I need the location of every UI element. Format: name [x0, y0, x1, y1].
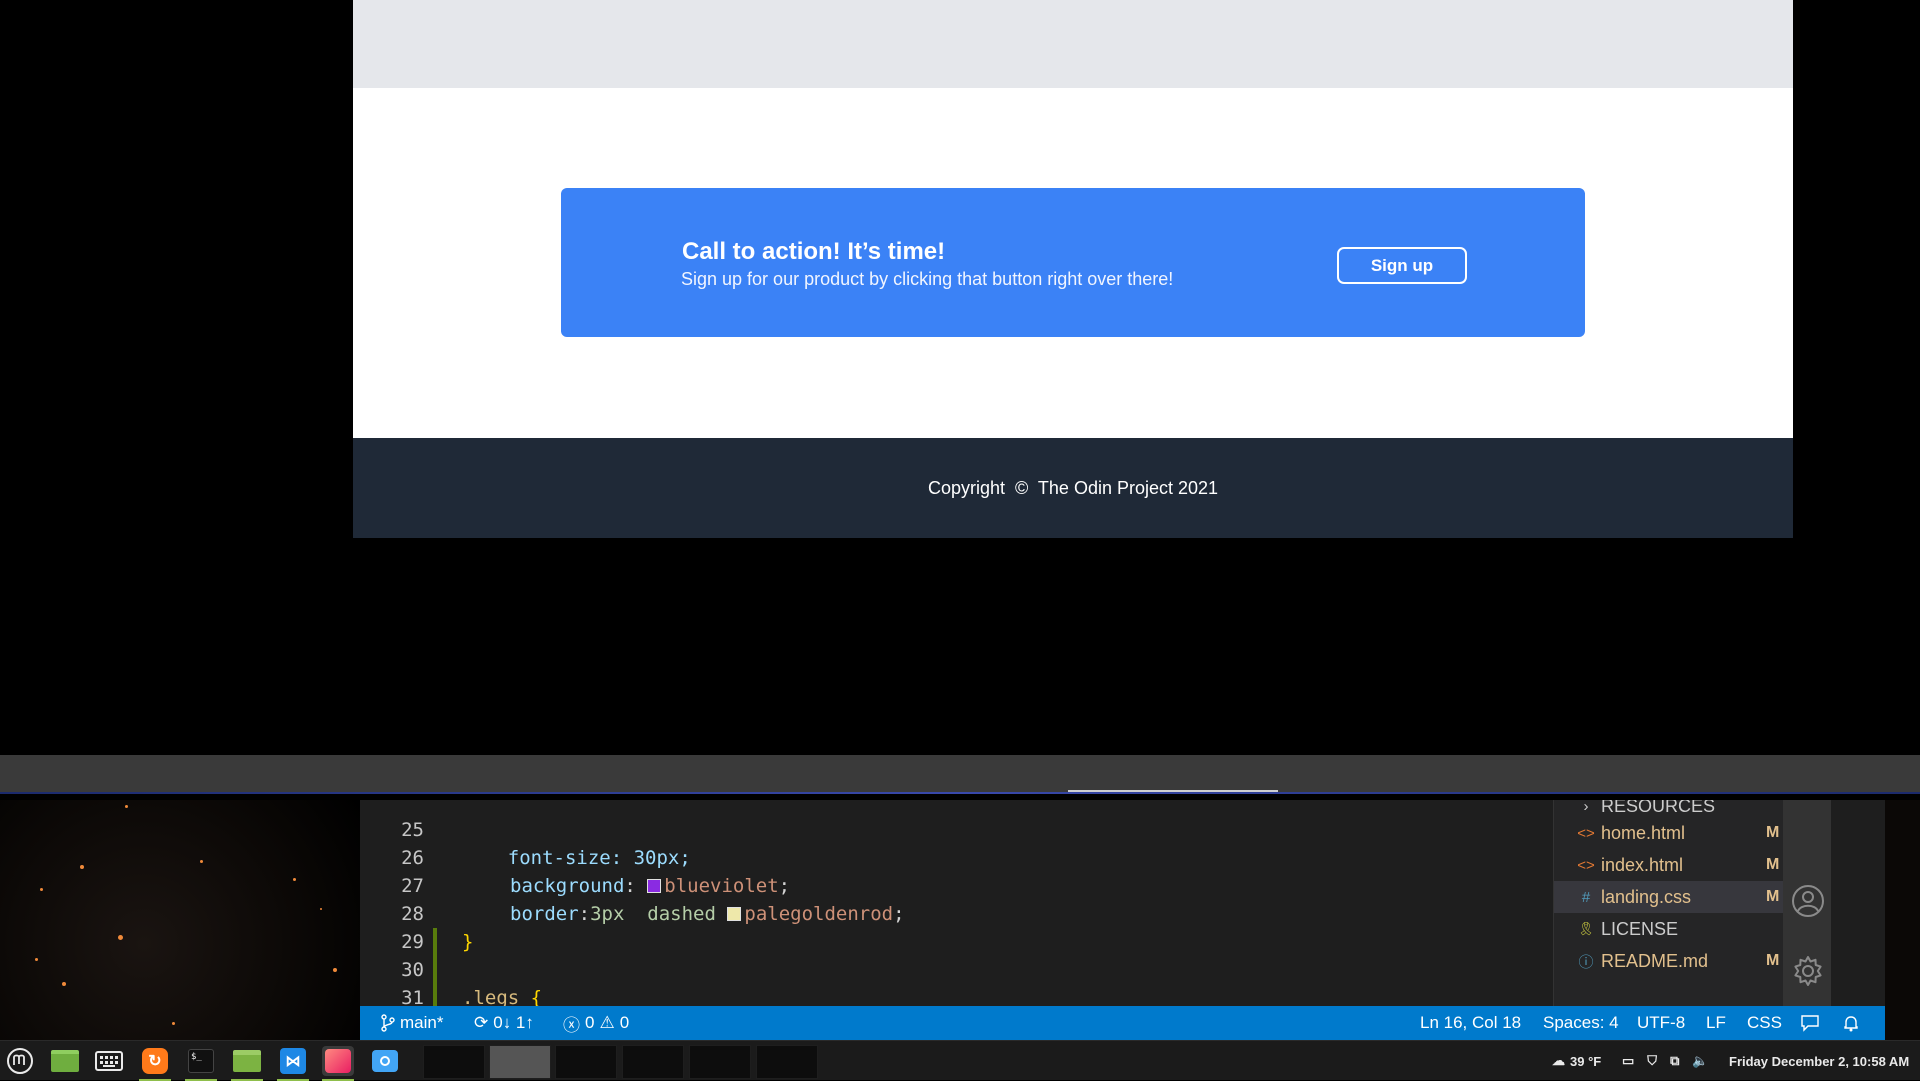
- git-sync[interactable]: ⟳ 0↓ 1↑: [474, 1006, 534, 1040]
- screenshot-icon[interactable]: [369, 1046, 401, 1076]
- footer: Copyright © The Odin Project 2021: [353, 438, 1793, 538]
- hero-section-bottom: [353, 0, 1793, 88]
- taskbar: ↻ $_ ⋈ ☁ 39 °F ▭ ⛉ ⧉ 🔈 Friday December 2…: [0, 1040, 1920, 1081]
- modified-badge: M: [1766, 888, 1780, 905]
- activity-bar: [1783, 800, 1831, 1006]
- vscode-icon[interactable]: ⋈: [277, 1046, 309, 1081]
- taskbar-window-1[interactable]: [423, 1045, 485, 1079]
- accounts-icon[interactable]: [1789, 882, 1827, 920]
- gear-icon[interactable]: [1789, 952, 1827, 990]
- info-icon: ⓘ: [1578, 953, 1594, 971]
- files-icon[interactable]: [231, 1046, 263, 1081]
- code-line: 32 }: [360, 984, 1553, 1006]
- cta-section: Call to action! It’s time! Sign up for o…: [353, 88, 1793, 438]
- code-line: 25 font-size: 30px;: [360, 800, 1553, 869]
- html-icon: <>: [1577, 856, 1595, 874]
- explorer-file-home-html[interactable]: <> home.html M: [1554, 817, 1799, 849]
- explorer-file-license[interactable]: 🎗 LICENSE: [1554, 913, 1799, 945]
- window-border: [0, 792, 1920, 794]
- cta-box: Call to action! It’s time! Sign up for o…: [561, 188, 1585, 337]
- window-titlebar[interactable]: [0, 755, 1920, 792]
- language-mode[interactable]: CSS: [1747, 1006, 1782, 1040]
- shield-icon[interactable]: ⛉: [1647, 1053, 1657, 1069]
- network-icon[interactable]: ⧉: [1670, 1053, 1679, 1069]
- code-line: 26 background: blueviolet;: [360, 816, 1553, 897]
- footer-copyright: Copyright © The Odin Project 2021: [927, 477, 1219, 498]
- desktop-wallpaper-right: [1885, 800, 1920, 1040]
- modified-badge: M: [1766, 824, 1780, 841]
- modified-badge: M: [1766, 856, 1780, 873]
- firefox-icon[interactable]: ↻: [139, 1046, 171, 1081]
- css-icon: #: [1581, 888, 1591, 906]
- encoding[interactable]: UTF-8: [1637, 1006, 1685, 1040]
- taskbar-window-4[interactable]: [622, 1045, 684, 1079]
- git-branch-icon: [381, 1014, 395, 1032]
- sync-icon: ⟳: [474, 1013, 489, 1032]
- warning-icon: ⚠: [599, 1013, 615, 1032]
- keyboard-icon[interactable]: [93, 1046, 125, 1076]
- line-ending[interactable]: LF: [1706, 1006, 1726, 1040]
- volume-icon[interactable]: 🔈: [1692, 1053, 1708, 1069]
- modified-badge: M: [1766, 952, 1780, 969]
- taskbar-window-6[interactable]: [756, 1045, 818, 1079]
- code-editor[interactable]: 25 font-size: 30px; 26 background: bluev…: [360, 800, 1553, 1006]
- code-line: 30 .legs {: [360, 928, 1553, 1006]
- mint-menu-icon[interactable]: [4, 1046, 36, 1076]
- taskbar-window-3[interactable]: [555, 1045, 617, 1079]
- code-line: 31 height: 100px;: [360, 956, 1553, 1006]
- chevron-right-icon: ›: [1583, 800, 1589, 815]
- code-line: 29: [360, 900, 1553, 953]
- feedback-icon[interactable]: [1800, 1006, 1820, 1040]
- taskbar-window-2[interactable]: [489, 1045, 551, 1079]
- license-icon: 🎗: [1577, 921, 1595, 936]
- explorer-file-index-html[interactable]: <> index.html M: [1554, 849, 1799, 881]
- error-icon: ⓧ: [563, 1015, 580, 1035]
- browser-viewport: Call to action! It’s time! Sign up for o…: [353, 0, 1793, 538]
- html-icon: <>: [1577, 824, 1595, 842]
- terminal-icon[interactable]: $_: [185, 1046, 217, 1081]
- desktop-wallpaper: [0, 800, 360, 1040]
- explorer-file-landing-css[interactable]: # landing.css M: [1554, 881, 1799, 913]
- display-icon[interactable]: ▭: [1622, 1053, 1634, 1069]
- explorer-file-readme[interactable]: ⓘ README.md M: [1554, 945, 1799, 977]
- vscode-window: 25 font-size: 30px; 26 background: bluev…: [360, 800, 1885, 1040]
- status-bar: main* ⟳ 0↓ 1↑ ⓧ 0 ⚠ 0 Ln 16, Col 18 Spac…: [360, 1006, 1885, 1040]
- clock[interactable]: Friday December 2, 10:58 AM: [1729, 1041, 1909, 1081]
- code-line: 28 }: [360, 872, 1553, 953]
- taskbar-window-5[interactable]: [689, 1045, 751, 1079]
- cta-title: Call to action! It’s time!: [682, 238, 946, 265]
- weather-applet[interactable]: ☁ 39 °F: [1552, 1041, 1601, 1081]
- image-viewer-icon[interactable]: [322, 1046, 354, 1081]
- sign-up-button[interactable]: Sign up: [1337, 247, 1467, 284]
- show-desktop-icon[interactable]: [49, 1046, 81, 1076]
- cursor-position[interactable]: Ln 16, Col 18: [1420, 1006, 1521, 1040]
- indentation[interactable]: Spaces: 4: [1543, 1006, 1619, 1040]
- git-branch[interactable]: main*: [381, 1006, 443, 1040]
- system-tray: ▭ ⛉ ⧉ 🔈: [1622, 1041, 1709, 1081]
- notifications-icon[interactable]: [1842, 1006, 1860, 1040]
- weather-cloud-icon: ☁: [1552, 1053, 1565, 1068]
- problems-indicator[interactable]: ⓧ 0 ⚠ 0: [563, 1006, 629, 1040]
- code-line: 27 border:3px dashed palegoldenrod;: [360, 844, 1553, 925]
- cta-subtitle: Sign up for our product by clicking that…: [681, 269, 1174, 289]
